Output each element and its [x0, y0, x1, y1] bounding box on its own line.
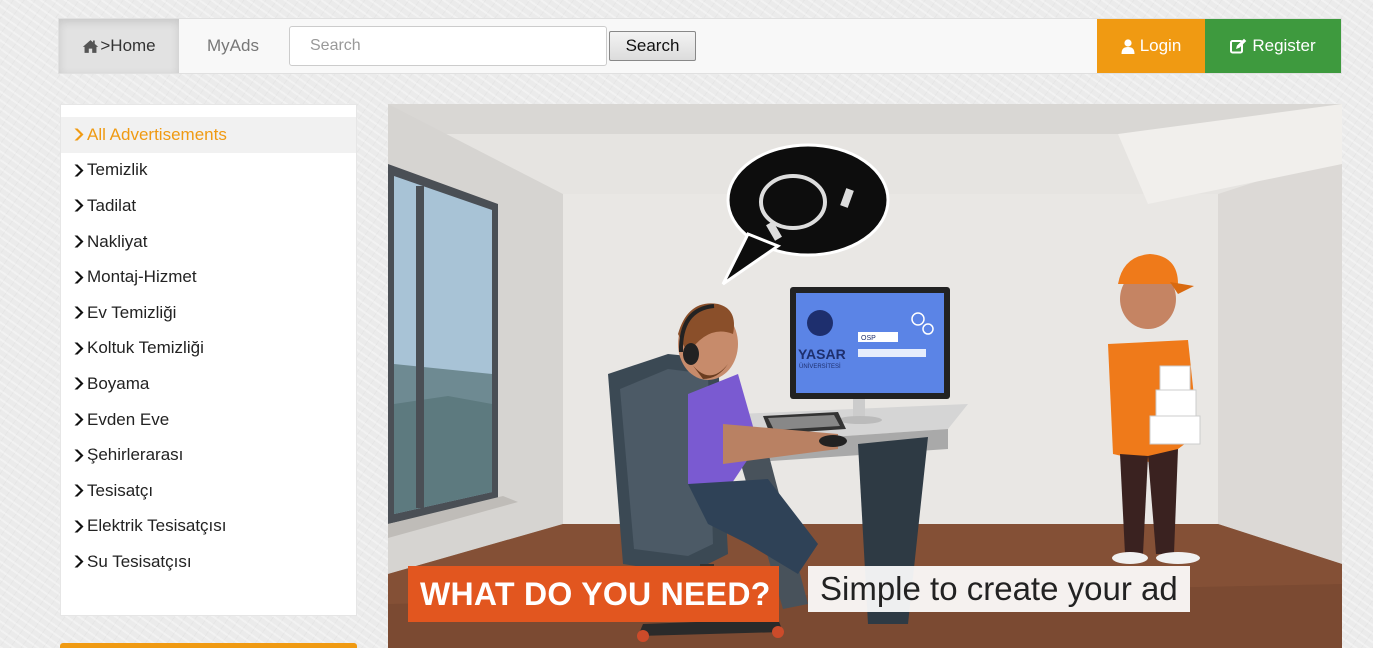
category-item-su-tesisatcisi[interactable]: Su Tesisatçısı — [61, 544, 356, 580]
chevron-right-icon — [74, 306, 84, 319]
category-label: Evden Eve — [87, 409, 170, 429]
category-item-boyama[interactable]: Boyama — [61, 366, 356, 402]
monitor-chip-text: OSP — [861, 335, 876, 342]
category-sidebar: All Advertisements Temizlik Tadilat Nakl… — [60, 104, 357, 616]
chevron-right-icon — [74, 235, 84, 248]
category-item-temizlik[interactable]: Temizlik — [61, 153, 356, 189]
search-input[interactable] — [289, 26, 607, 66]
chevron-right-icon — [74, 449, 84, 462]
category-item-tadilat[interactable]: Tadilat — [61, 188, 356, 224]
register-label: Register — [1252, 36, 1316, 55]
sidebar-next-panel-edge — [60, 643, 357, 648]
category-item-all-advertisements[interactable]: All Advertisements — [61, 117, 356, 153]
home-nav-link[interactable]: >Home — [59, 19, 179, 73]
hero-banner: YASAR ÜNİVERSİTESİ OSP WHAT DO YOU NEED?… — [388, 104, 1342, 648]
category-label: Ev Temizliği — [87, 302, 177, 322]
category-item-nakliyat[interactable]: Nakliyat — [61, 224, 356, 260]
category-label: Şehirlerarası — [87, 445, 184, 465]
register-button[interactable]: Register — [1205, 19, 1341, 73]
user-icon — [1121, 38, 1135, 54]
monitor-brand-text: YASAR — [798, 346, 846, 362]
myads-nav-label: MyAds — [207, 36, 259, 55]
category-item-montaj-hizmet[interactable]: Montaj-Hizmet — [61, 259, 356, 295]
chevron-right-icon — [74, 271, 84, 284]
search-button[interactable]: Search — [609, 31, 696, 61]
category-item-tesisatci[interactable]: Tesisatçı — [61, 473, 356, 509]
hero-tagline: Simple to create your ad — [808, 566, 1190, 612]
category-label: Tesisatçı — [87, 480, 154, 500]
category-item-sehirlerarasi[interactable]: Şehirlerarası — [61, 437, 356, 473]
chevron-right-icon — [74, 413, 84, 426]
hero-headline: WHAT DO YOU NEED? — [408, 566, 779, 622]
category-label: Tadilat — [87, 195, 137, 215]
category-label: All Advertisements — [87, 124, 227, 144]
category-item-evden-eve[interactable]: Evden Eve — [61, 402, 356, 438]
top-navbar: >Home MyAds Search Login Register — [58, 18, 1342, 74]
chevron-right-icon — [74, 555, 84, 568]
home-nav-label: >Home — [100, 36, 156, 55]
monitor-brand-subtext: ÜNİVERSİTESİ — [799, 363, 841, 370]
category-item-elektrik-tesisatcisi[interactable]: Elektrik Tesisatçısı — [61, 509, 356, 545]
category-label: Su Tesisatçısı — [87, 551, 192, 571]
category-label: Montaj-Hizmet — [87, 267, 197, 287]
chevron-right-icon — [74, 484, 84, 497]
login-label: Login — [1139, 36, 1182, 55]
category-item-ev-temizligi[interactable]: Ev Temizliği — [61, 295, 356, 331]
chevron-right-icon — [74, 520, 84, 533]
login-button[interactable]: Login — [1097, 19, 1205, 73]
category-label: Elektrik Tesisatçısı — [87, 516, 227, 536]
home-icon — [83, 39, 99, 53]
chevron-right-icon — [74, 199, 84, 212]
category-label: Koltuk Temizliği — [87, 338, 204, 358]
edit-icon — [1230, 38, 1247, 54]
chevron-right-icon — [74, 164, 84, 177]
myads-nav-link[interactable]: MyAds — [179, 19, 287, 73]
chevron-right-icon — [74, 377, 84, 390]
category-label: Temizlik — [87, 160, 148, 180]
category-item-koltuk-temizligi[interactable]: Koltuk Temizliği — [61, 331, 356, 367]
chevron-right-icon — [74, 128, 84, 141]
category-label: Nakliyat — [87, 231, 148, 251]
category-label: Boyama — [87, 373, 150, 393]
chevron-right-icon — [74, 342, 84, 355]
